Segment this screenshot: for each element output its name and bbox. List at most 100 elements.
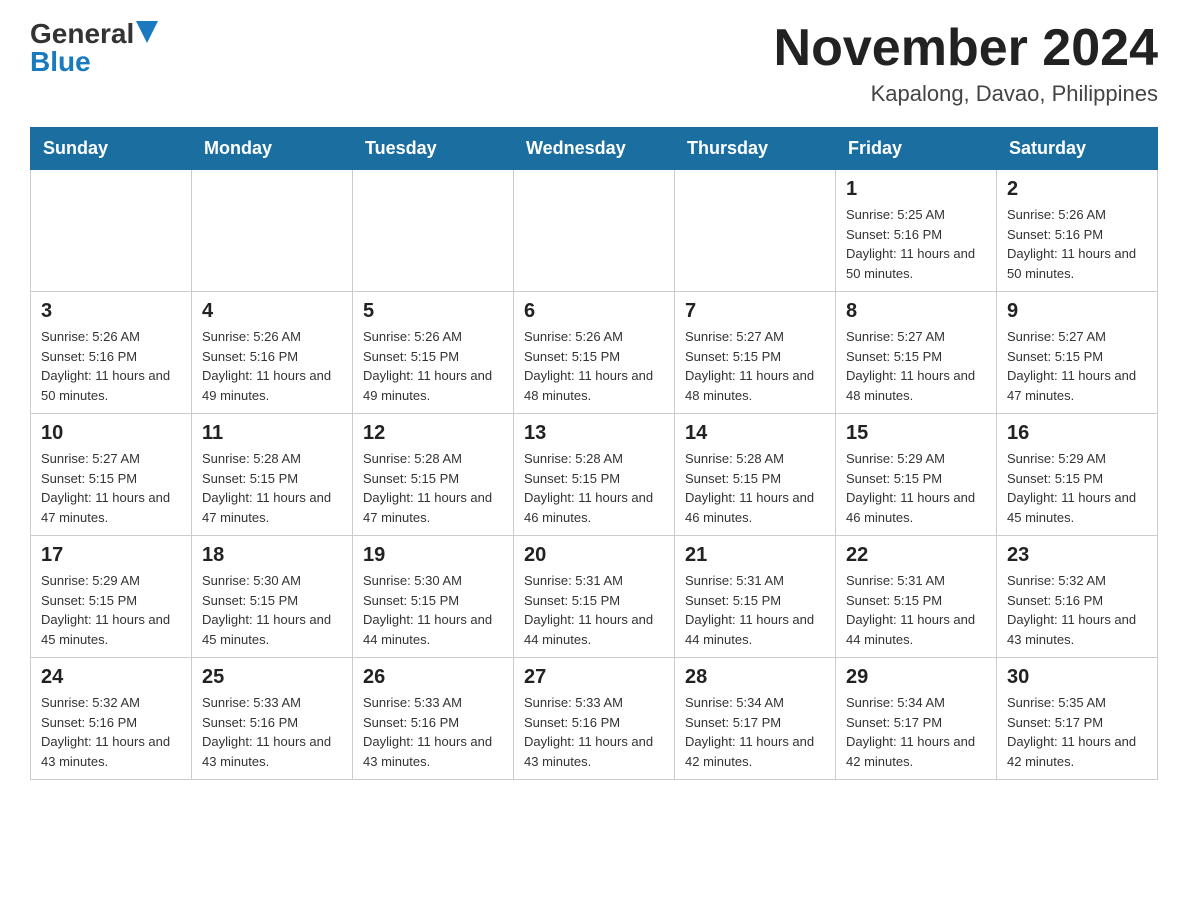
calendar-cell: 5Sunrise: 5:26 AM Sunset: 5:15 PM Daylig… [353, 292, 514, 414]
logo-triangle-icon [136, 21, 158, 43]
calendar-table: SundayMondayTuesdayWednesdayThursdayFrid… [30, 127, 1158, 780]
calendar-week-row: 1 Sunrise: 5:25 AM Sunset: 5:16 PM Daylig… [31, 170, 1158, 292]
calendar-header-tuesday: Tuesday [353, 128, 514, 170]
day-number: 13 [524, 422, 664, 445]
calendar-cell: 3Sunrise: 5:26 AM Sunset: 5:16 PM Daylig… [31, 292, 192, 414]
day-info: Sunrise: 5:26 AM Sunset: 5:15 PM Dayligh… [524, 327, 664, 405]
calendar-cell: 23 Sunrise: 5:32 AM Sunset: 5:16 PM Dayli… [997, 536, 1158, 658]
day-number: 23 [1007, 544, 1147, 567]
calendar-cell: 9Sunrise: 5:27 AM Sunset: 5:15 PM Daylig… [997, 292, 1158, 414]
calendar-cell: 18 Sunrise: 5:30 AM Sunset: 5:15 PM Dayli… [192, 536, 353, 658]
calendar-header-sunday: Sunday [31, 128, 192, 170]
calendar-cell: 2 Sunrise: 5:26 AM Sunset: 5:16 PM Daylig… [997, 170, 1158, 292]
day-number: 21 [685, 544, 825, 567]
calendar-cell: 29 Sunrise: 5:34 AM Sunset: 5:17 PM Dayli… [836, 658, 997, 780]
calendar-cell [353, 170, 514, 292]
day-number: 26 [363, 666, 503, 689]
day-number: 15 [846, 422, 986, 445]
logo-blue-text: Blue [30, 48, 91, 76]
calendar-cell: 11 Sunrise: 5:28 AM Sunset: 5:15 PM Dayli… [192, 414, 353, 536]
day-number: 7 [685, 300, 825, 323]
calendar-cell: 14 Sunrise: 5:28 AM Sunset: 5:15 PM Dayli… [675, 414, 836, 536]
calendar-cell: 26 Sunrise: 5:33 AM Sunset: 5:16 PM Dayli… [353, 658, 514, 780]
day-info: Sunrise: 5:29 AM Sunset: 5:15 PM Dayligh… [41, 571, 181, 649]
day-info: Sunrise: 5:26 AM Sunset: 5:16 PM Dayligh… [202, 327, 342, 405]
day-number: 22 [846, 544, 986, 567]
day-info: Sunrise: 5:30 AM Sunset: 5:15 PM Dayligh… [202, 571, 342, 649]
calendar-cell: 19 Sunrise: 5:30 AM Sunset: 5:15 PM Dayli… [353, 536, 514, 658]
calendar-cell: 8 Sunrise: 5:27 AM Sunset: 5:15 PM Daylig… [836, 292, 997, 414]
day-number: 19 [363, 544, 503, 567]
day-info: Sunrise: 5:26 AM Sunset: 5:16 PM Dayligh… [1007, 205, 1147, 283]
day-number: 25 [202, 666, 342, 689]
day-info: Sunrise: 5:29 AM Sunset: 5:15 PM Dayligh… [1007, 449, 1147, 527]
calendar-cell [31, 170, 192, 292]
day-info: Sunrise: 5:35 AM Sunset: 5:17 PM Dayligh… [1007, 693, 1147, 771]
calendar-cell [514, 170, 675, 292]
day-info: Sunrise: 5:28 AM Sunset: 5:15 PM Dayligh… [363, 449, 503, 527]
day-number: 2 [1007, 178, 1147, 201]
calendar-cell: 21 Sunrise: 5:31 AM Sunset: 5:15 PM Dayli… [675, 536, 836, 658]
calendar-cell: 28Sunrise: 5:34 AM Sunset: 5:17 PM Dayli… [675, 658, 836, 780]
day-number: 8 [846, 300, 986, 323]
day-info: Sunrise: 5:27 AM Sunset: 5:15 PM Dayligh… [685, 327, 825, 405]
day-number: 3 [41, 300, 181, 323]
calendar-header-monday: Monday [192, 128, 353, 170]
day-info: Sunrise: 5:33 AM Sunset: 5:16 PM Dayligh… [524, 693, 664, 771]
calendar-cell: 25 Sunrise: 5:33 AM Sunset: 5:16 PM Dayli… [192, 658, 353, 780]
location-title: Kapalong, Davao, Philippines [774, 81, 1158, 107]
day-number: 27 [524, 666, 664, 689]
day-info: Sunrise: 5:32 AM Sunset: 5:16 PM Dayligh… [1007, 571, 1147, 649]
calendar-header-thursday: Thursday [675, 128, 836, 170]
day-number: 10 [41, 422, 181, 445]
calendar-cell [675, 170, 836, 292]
calendar-cell: 22 Sunrise: 5:31 AM Sunset: 5:15 PM Dayli… [836, 536, 997, 658]
day-number: 18 [202, 544, 342, 567]
day-number: 30 [1007, 666, 1147, 689]
calendar-week-row: 24Sunrise: 5:32 AM Sunset: 5:16 PM Dayli… [31, 658, 1158, 780]
calendar-cell: 16Sunrise: 5:29 AM Sunset: 5:15 PM Dayli… [997, 414, 1158, 536]
day-info: Sunrise: 5:28 AM Sunset: 5:15 PM Dayligh… [524, 449, 664, 527]
day-number: 14 [685, 422, 825, 445]
calendar-cell: 30 Sunrise: 5:35 AM Sunset: 5:17 PM Dayli… [997, 658, 1158, 780]
day-info: Sunrise: 5:28 AM Sunset: 5:15 PM Dayligh… [685, 449, 825, 527]
page-header: General Blue November 2024 Kapalong, Dav… [30, 20, 1158, 107]
day-number: 1 [846, 178, 986, 201]
day-info: Sunrise: 5:33 AM Sunset: 5:16 PM Dayligh… [202, 693, 342, 771]
calendar-cell: 7 Sunrise: 5:27 AM Sunset: 5:15 PM Daylig… [675, 292, 836, 414]
calendar-cell: 15 Sunrise: 5:29 AM Sunset: 5:15 PM Dayli… [836, 414, 997, 536]
calendar-cell: 1 Sunrise: 5:25 AM Sunset: 5:16 PM Daylig… [836, 170, 997, 292]
day-info: Sunrise: 5:33 AM Sunset: 5:16 PM Dayligh… [363, 693, 503, 771]
calendar-cell: 20 Sunrise: 5:31 AM Sunset: 5:15 PM Dayli… [514, 536, 675, 658]
day-info: Sunrise: 5:34 AM Sunset: 5:17 PM Dayligh… [846, 693, 986, 771]
calendar-cell: 6 Sunrise: 5:26 AM Sunset: 5:15 PM Daylig… [514, 292, 675, 414]
day-info: Sunrise: 5:27 AM Sunset: 5:15 PM Dayligh… [846, 327, 986, 405]
day-number: 20 [524, 544, 664, 567]
logo: General Blue [30, 20, 158, 76]
logo-general-text: General [30, 20, 134, 48]
calendar-week-row: 3 Sunrise: 5:26 AM Sunset: 5:16 PM Daylig… [31, 292, 1158, 414]
calendar-week-row: 17 Sunrise: 5:29 AM Sunset: 5:15 PM Dayli… [31, 536, 1158, 658]
calendar-cell: 24Sunrise: 5:32 AM Sunset: 5:16 PM Dayli… [31, 658, 192, 780]
day-number: 6 [524, 300, 664, 323]
calendar-cell: 13 Sunrise: 5:28 AM Sunset: 5:15 PM Dayli… [514, 414, 675, 536]
day-number: 29 [846, 666, 986, 689]
calendar-cell: 12Sunrise: 5:28 AM Sunset: 5:15 PM Dayli… [353, 414, 514, 536]
day-info: Sunrise: 5:28 AM Sunset: 5:15 PM Dayligh… [202, 449, 342, 527]
calendar-header-wednesday: Wednesday [514, 128, 675, 170]
day-info: Sunrise: 5:31 AM Sunset: 5:15 PM Dayligh… [846, 571, 986, 649]
day-info: Sunrise: 5:26 AM Sunset: 5:15 PM Dayligh… [363, 327, 503, 405]
calendar-header-row: SundayMondayTuesdayWednesdayThursdayFrid… [31, 128, 1158, 170]
day-number: 17 [41, 544, 181, 567]
day-info: Sunrise: 5:31 AM Sunset: 5:15 PM Dayligh… [685, 571, 825, 649]
day-number: 9 [1007, 300, 1147, 323]
calendar-header-friday: Friday [836, 128, 997, 170]
day-info: Sunrise: 5:30 AM Sunset: 5:15 PM Dayligh… [363, 571, 503, 649]
day-info: Sunrise: 5:25 AM Sunset: 5:16 PM Dayligh… [846, 205, 986, 283]
day-info: Sunrise: 5:31 AM Sunset: 5:15 PM Dayligh… [524, 571, 664, 649]
day-info: Sunrise: 5:29 AM Sunset: 5:15 PM Dayligh… [846, 449, 986, 527]
day-number: 11 [202, 422, 342, 445]
day-number: 24 [41, 666, 181, 689]
calendar-cell: 17 Sunrise: 5:29 AM Sunset: 5:15 PM Dayli… [31, 536, 192, 658]
day-number: 4 [202, 300, 342, 323]
